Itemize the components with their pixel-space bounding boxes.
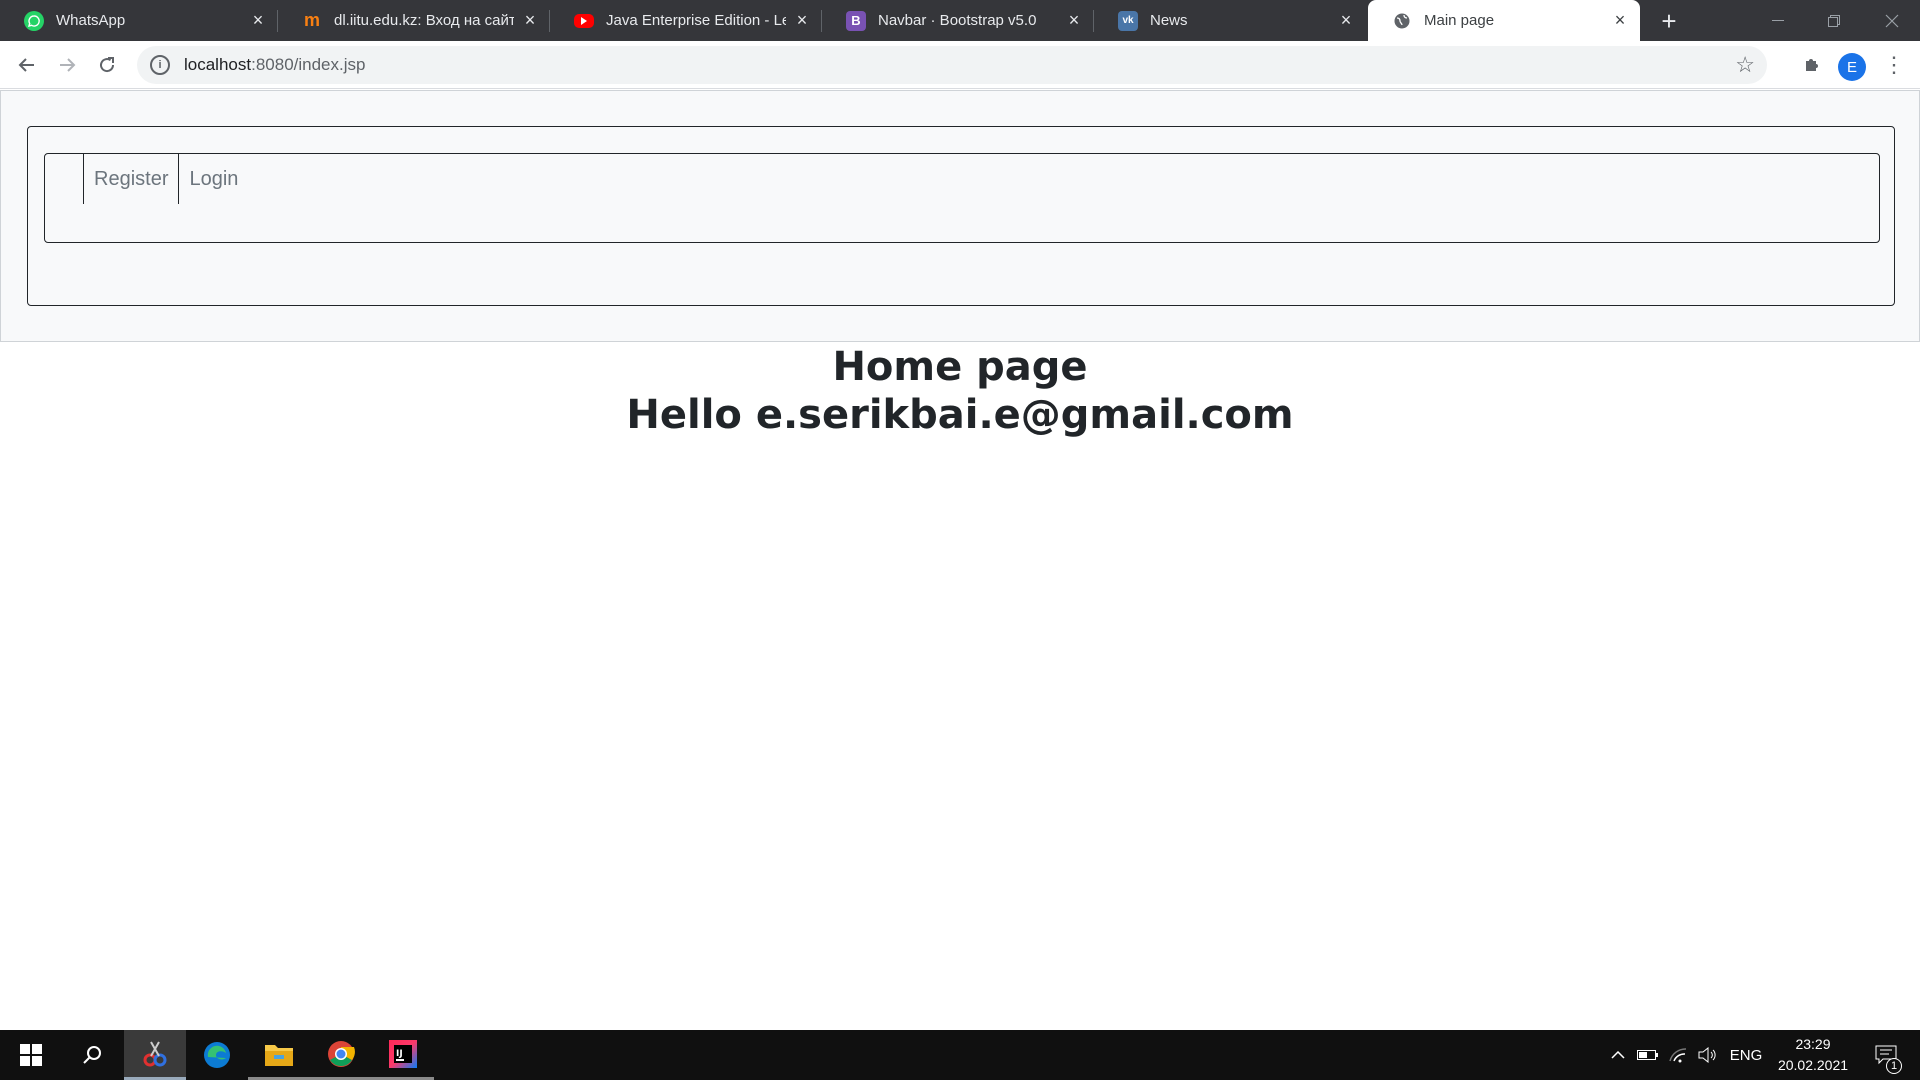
chrome-icon[interactable]	[310, 1030, 372, 1080]
globe-icon	[1392, 11, 1412, 31]
input-language[interactable]: ENG	[1724, 1030, 1768, 1080]
tab-title: dl.iitu.edu.kz: Вход на сайт	[334, 12, 514, 29]
system-clock[interactable]: 23:29 20.02.2021	[1768, 1034, 1858, 1076]
clock-time: 23:29	[1795, 1036, 1831, 1052]
reload-button[interactable]	[91, 49, 123, 81]
windows-taskbar: IJ ENG 23:29 20.02.2021 1	[0, 1030, 1920, 1080]
tab-title: WhatsApp	[56, 12, 126, 29]
arrow-right-icon	[60, 58, 76, 72]
close-tab-icon[interactable]: ×	[1336, 10, 1356, 31]
close-tab-icon[interactable]: ×	[520, 10, 540, 31]
bookmark-star-icon[interactable]: ☆	[1735, 52, 1755, 78]
close-window-button[interactable]	[1864, 0, 1920, 41]
whatsapp-icon	[24, 10, 44, 31]
register-link[interactable]: Register	[83, 154, 178, 204]
tab-bootstrap-navbar[interactable]: B Navbar · Bootstrap v5.0 ×	[822, 0, 1094, 41]
battery-icon[interactable]	[1634, 1030, 1662, 1080]
greeting-text: Hello e.serikbai.e@gmail.com	[626, 392, 1294, 438]
close-tab-icon[interactable]: ×	[248, 10, 268, 31]
forward-button[interactable]	[51, 49, 83, 81]
file-explorer-icon[interactable]	[248, 1030, 310, 1080]
intellij-idea-icon[interactable]: IJ	[372, 1030, 434, 1080]
edge-icon[interactable]	[186, 1030, 248, 1080]
site-info-icon[interactable]: i	[150, 55, 170, 75]
minimize-button[interactable]	[1750, 0, 1806, 41]
back-button[interactable]	[11, 49, 43, 81]
tab-whatsapp[interactable]: WhatsApp ×	[0, 0, 278, 41]
url-path: :8080/index.jsp	[251, 55, 366, 74]
clock-date: 20.02.2021	[1777, 1057, 1849, 1073]
profile-avatar[interactable]: E	[1838, 53, 1866, 81]
page-heading: Home page	[832, 344, 1088, 390]
login-link[interactable]: Login	[178, 154, 248, 204]
windows-start-icon[interactable]	[0, 1030, 62, 1080]
tab-strip: WhatsApp × m dl.iitu.edu.kz: Вход на сай…	[0, 0, 1920, 41]
page-viewport: Register Login Home page Hello e.serikba…	[0, 90, 1920, 1030]
wifi-icon[interactable]	[1664, 1030, 1692, 1080]
volume-icon[interactable]	[1694, 1030, 1722, 1080]
notification-center-icon[interactable]: 1	[1866, 1030, 1906, 1080]
moodle-icon: m	[303, 10, 320, 30]
browser-toolbar: i localhost:8080/index.jsp ☆ E ⋮	[0, 41, 1920, 89]
tab-news[interactable]: vk News ×	[1094, 0, 1366, 41]
navbar-container: Register Login	[27, 126, 1895, 306]
vk-icon: vk	[1118, 10, 1138, 31]
reload-icon	[100, 57, 115, 73]
snipping-tool-icon[interactable]	[124, 1030, 186, 1080]
search-icon[interactable]	[62, 1030, 124, 1080]
tab-title: Navbar · Bootstrap v5.0	[878, 12, 1037, 29]
arrow-left-icon	[18, 58, 34, 72]
youtube-icon	[574, 13, 594, 28]
url-host: localhost	[184, 55, 252, 74]
tab-dl-iitu[interactable]: m dl.iitu.edu.kz: Вход на сайт ×	[278, 0, 550, 41]
close-tab-icon[interactable]: ×	[792, 10, 812, 31]
close-tab-icon[interactable]: ×	[1610, 10, 1630, 31]
tab-title: News	[1150, 12, 1188, 29]
navbar-links: Register Login	[83, 154, 248, 206]
close-tab-icon[interactable]: ×	[1064, 10, 1084, 31]
new-tab-button[interactable]: +	[1655, 6, 1683, 36]
address-bar[interactable]: i localhost:8080/index.jsp ☆	[137, 46, 1767, 84]
navbar: Register Login	[0, 90, 1920, 342]
bootstrap-icon: B	[846, 10, 866, 31]
tab-java-ee[interactable]: Java Enterprise Edition - Lessons ×	[550, 0, 822, 41]
tab-title: Java Enterprise Edition - Lessons	[606, 12, 786, 29]
tab-title: Main page	[1424, 12, 1495, 29]
navbar-inner: Register Login	[44, 153, 1880, 243]
notification-count-badge: 1	[1886, 1058, 1902, 1074]
tab-main-page[interactable]: Main page ×	[1368, 0, 1640, 41]
svg-text:IJ: IJ	[396, 1049, 403, 1059]
extensions-puzzle-icon[interactable]	[1798, 51, 1826, 79]
url-text: localhost:8080/index.jsp	[184, 55, 365, 75]
restore-button[interactable]	[1806, 0, 1862, 41]
show-hidden-icons-chevron-icon[interactable]	[1604, 1030, 1632, 1080]
kebab-menu-icon[interactable]: ⋮	[1880, 51, 1908, 79]
